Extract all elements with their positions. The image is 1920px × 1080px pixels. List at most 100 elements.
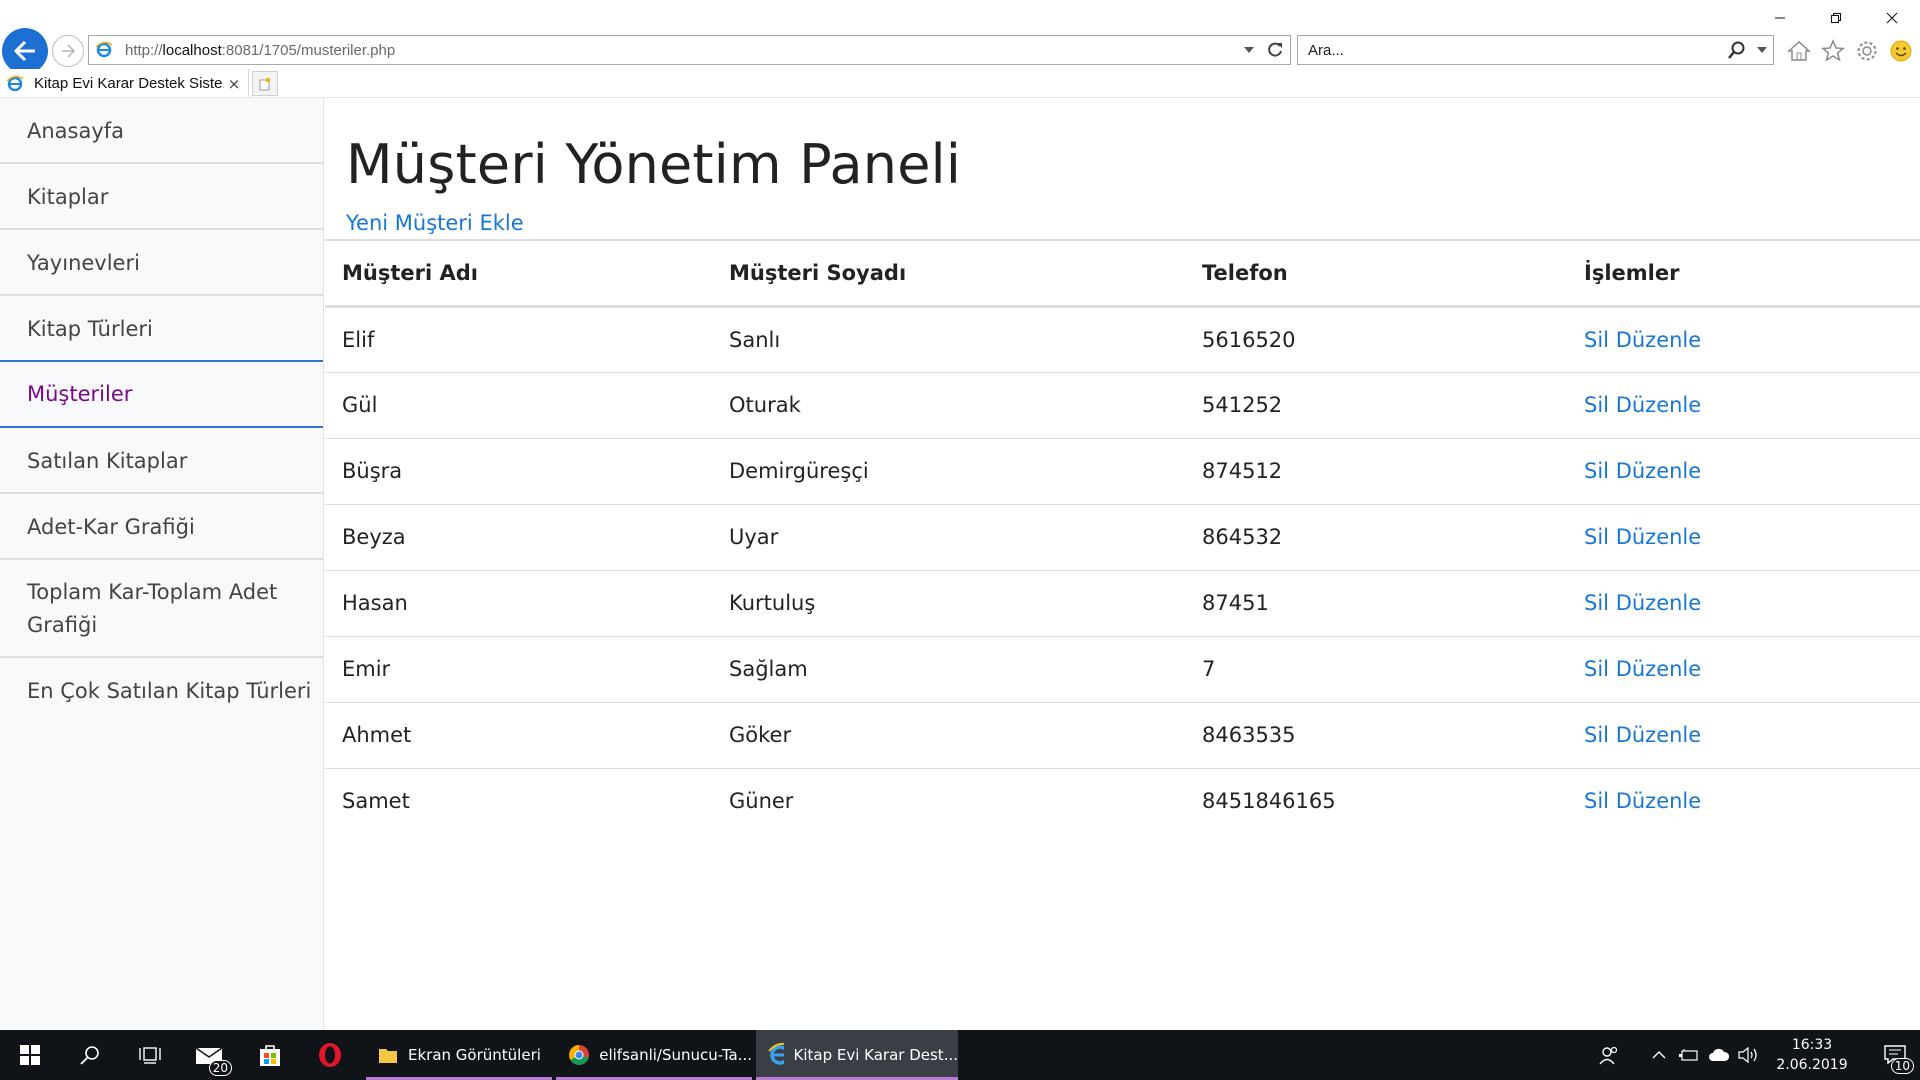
taskbar-app-chrome[interactable]: elifsanli/Sunucu-Ta... [556, 1030, 752, 1080]
edit-link[interactable]: Düzenle [1616, 525, 1702, 549]
taskbar: 20 Ekran Görüntüleri elifsanli/Sunucu-Ta… [0, 1030, 1920, 1080]
delete-link[interactable]: Sil [1584, 657, 1609, 681]
restore-button[interactable] [1808, 0, 1864, 36]
search-button[interactable] [1723, 41, 1751, 59]
cell-actions: Sil Düzenle [1567, 306, 1920, 373]
cell-ad: Hasan [325, 570, 712, 637]
add-customer-link[interactable]: Yeni Müşteri Ekle [346, 211, 524, 235]
onedrive-button[interactable] [1704, 1030, 1734, 1080]
tab-title: Kitap Evi Karar Destek Siste... [34, 75, 224, 92]
cell-ad: Ahmet [325, 702, 712, 769]
home-icon [1787, 40, 1811, 61]
sidebar-item-satilan-kitaplar[interactable]: Satılan Kitaplar [0, 428, 323, 494]
taskbar-app-label: Kitap Evi Karar Dest... [793, 1046, 959, 1064]
action-center-button[interactable]: 10 [1870, 1030, 1920, 1080]
sidebar-item-toplam-kar-grafigi[interactable]: Toplam Kar-Toplam Adet Grafiği [0, 560, 323, 658]
minimize-icon [1775, 17, 1785, 19]
sidebar-item-kitaplar[interactable]: Kitaplar [0, 164, 323, 230]
sidebar: Anasayfa Kitaplar Yayınevleri Kitap Türl… [0, 98, 324, 1030]
cell-actions: Sil Düzenle [1567, 768, 1920, 834]
taskbar-app-screenshots[interactable]: Ekran Görüntüleri [366, 1030, 552, 1080]
edit-link[interactable]: Düzenle [1616, 459, 1702, 483]
delete-link[interactable]: Sil [1584, 591, 1609, 615]
gear-icon [1857, 41, 1877, 61]
opera-icon [319, 1043, 341, 1067]
close-window-button[interactable] [1864, 0, 1920, 36]
start-button[interactable] [0, 1030, 60, 1080]
cell-soyad: Oturak [712, 372, 1185, 439]
cell-ad: Elif [325, 306, 712, 373]
delete-link[interactable]: Sil [1584, 723, 1609, 747]
chevron-down-icon [1244, 47, 1254, 53]
sidebar-item-yayinevleri[interactable]: Yayınevleri [0, 230, 323, 296]
delete-link[interactable]: Sil [1584, 789, 1609, 813]
clock[interactable]: 16:33 2.06.2019 [1764, 1035, 1860, 1075]
sidebar-item-kitap-turleri[interactable]: Kitap Türleri [0, 296, 323, 362]
edit-link[interactable]: Düzenle [1616, 789, 1702, 813]
favorites-button[interactable] [1818, 36, 1848, 66]
sidebar-item-musteriler[interactable]: Müşteriler [0, 360, 323, 428]
chrome-icon [569, 1045, 589, 1065]
edit-link[interactable]: Düzenle [1616, 657, 1702, 681]
address-dropdown[interactable] [1238, 47, 1260, 53]
browser-tab-active[interactable]: Kitap Evi Karar Destek Siste... × [0, 69, 249, 98]
header-islemler: İşlemler [1567, 239, 1920, 308]
store-app-button[interactable] [240, 1030, 300, 1080]
sidebar-item-adet-kar-grafigi[interactable]: Adet-Kar Grafiği [0, 494, 323, 560]
taskbar-app-ie[interactable]: Kitap Evi Karar Dest... [756, 1030, 958, 1080]
taskbar-app-label: Ekran Görüntüleri [408, 1046, 541, 1064]
search-dropdown[interactable] [1751, 47, 1773, 53]
address-url[interactable]: http://localhost:8081/1705/musteriler.ph… [125, 42, 1238, 59]
new-tab-button[interactable] [252, 71, 278, 96]
sidebar-item-anasayfa[interactable]: Anasayfa [0, 98, 323, 164]
opera-app-button[interactable] [300, 1030, 360, 1080]
minimize-button[interactable] [1752, 0, 1808, 36]
battery-button[interactable] [1674, 1030, 1704, 1080]
cell-telefon: 7 [1185, 636, 1567, 703]
address-bar[interactable]: http://localhost:8081/1705/musteriler.ph… [88, 35, 1291, 65]
edit-link[interactable]: Düzenle [1616, 723, 1702, 747]
cell-ad: Büşra [325, 438, 712, 505]
cell-telefon: 8451846165 [1202, 789, 1336, 814]
delete-link[interactable]: Sil [1584, 525, 1609, 549]
volume-button[interactable] [1734, 1030, 1764, 1080]
cell-telefon: 874512 [1185, 438, 1567, 505]
search-input[interactable]: Ara... [1308, 42, 1723, 59]
search-box[interactable]: Ara... [1297, 35, 1774, 65]
search-icon [80, 1046, 99, 1065]
table-row: Büşra Demirgüreşçi 874512 Sil Düzenle [325, 438, 1920, 505]
forward-button[interactable] [52, 35, 84, 67]
task-view-button[interactable] [120, 1030, 180, 1080]
cell-ad: Emir [325, 636, 712, 703]
refresh-button[interactable] [1260, 41, 1290, 59]
window-controls [1752, 0, 1920, 36]
search-icon [1728, 41, 1745, 59]
hidden-icons-button[interactable] [1644, 1030, 1674, 1080]
delete-link[interactable]: Sil [1584, 393, 1609, 417]
ie-page-icon [95, 41, 113, 58]
cell-ad: Samet [342, 789, 410, 814]
cell-soyad: Kurtuluş [712, 570, 1185, 637]
system-tray: 16:33 2.06.2019 10 [1594, 1030, 1920, 1080]
delete-link[interactable]: Sil [1584, 459, 1609, 483]
people-button[interactable] [1594, 1030, 1624, 1080]
cell-actions: Sil Düzenle [1567, 372, 1920, 439]
edit-link[interactable]: Düzenle [1616, 328, 1702, 352]
search-taskbar-button[interactable] [60, 1030, 120, 1080]
smiley-icon [1890, 40, 1912, 62]
sidebar-item-en-cok-satilan[interactable]: En Çok Satılan Kitap Türleri [0, 658, 323, 724]
chevron-down-icon [1757, 47, 1767, 53]
delete-link[interactable]: Sil [1584, 328, 1609, 352]
tab-close-button[interactable]: × [224, 75, 244, 93]
edit-link[interactable]: Düzenle [1616, 591, 1702, 615]
mail-app-button[interactable]: 20 [180, 1030, 240, 1080]
cell-soyad: Sağlam [712, 636, 1185, 703]
back-button[interactable] [2, 28, 48, 74]
home-button[interactable] [1784, 36, 1814, 66]
feedback-button[interactable] [1886, 36, 1916, 66]
cell-soyad: Göker [712, 702, 1185, 769]
edit-link[interactable]: Düzenle [1616, 393, 1702, 417]
header-telefon: Telefon [1185, 239, 1567, 308]
settings-button[interactable] [1852, 36, 1882, 66]
